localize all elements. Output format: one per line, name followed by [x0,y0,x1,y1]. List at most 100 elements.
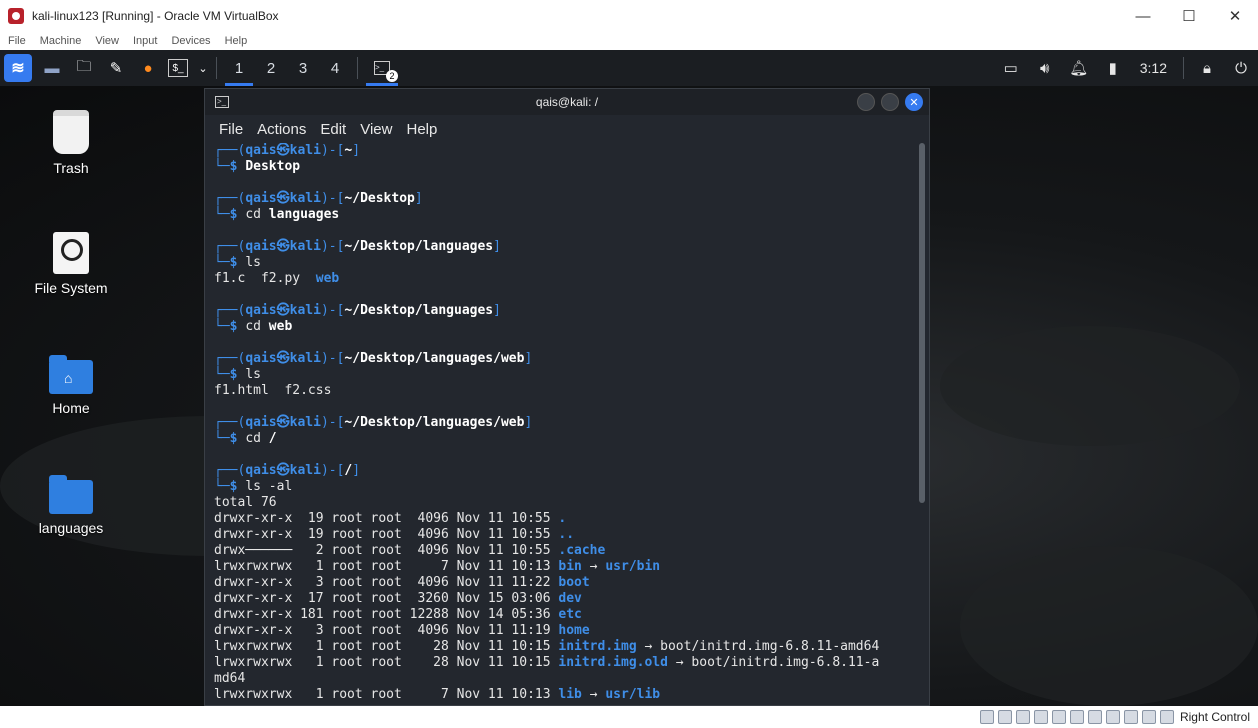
prompt-frame: └─ [214,479,230,494]
host-menu-machine[interactable]: Machine [40,35,82,47]
terminal-launcher-icon[interactable]: $_ [168,59,188,77]
network-icon[interactable] [1033,710,1048,724]
taskbar-terminal[interactable]: >_ 2 [364,50,400,86]
kali-menu-icon[interactable]: ≋ [4,54,32,82]
output-text: lrwxrwxrwx 1 root root 28 Nov 11 10:15 [214,655,559,670]
folder-icon [49,475,93,514]
terminal-menu-view[interactable]: View [360,121,392,138]
prompt-line: ┌──(qais㉿kali)-[~/Desktop/languages] [214,239,915,255]
command-text: ls -al [245,479,293,494]
workspace-1[interactable]: 1 [223,50,255,86]
notification-bell-icon[interactable]: 🔔︎ [1062,59,1096,77]
output-entry-name: . [558,511,567,526]
prompt-user: qais㉿kali [245,415,321,430]
show-desktop-icon[interactable]: ▬ [40,56,64,80]
prompt-line: ┌──(qais㉿kali)-[~] [214,143,915,159]
workspace-4[interactable]: 4 [319,50,351,86]
output-entry-name: boot [558,575,590,590]
command-line: └─$ ls -al [214,479,915,495]
close-button[interactable]: ✕ [1212,0,1258,32]
command-line: └─$ ls [214,255,915,271]
terminal-menu-edit[interactable]: Edit [320,121,346,138]
battery-icon[interactable]: ▮ [1096,59,1130,77]
terminal-maximize-button[interactable] [881,93,899,111]
display-icon[interactable]: ▭ [994,59,1028,77]
desktop-icon-languages[interactable]: languages [6,475,136,536]
minimize-button[interactable]: — [1120,0,1166,32]
prompt-frame: ] [352,463,361,478]
host-menu-input[interactable]: Input [133,35,157,47]
host-menu-file[interactable]: File [8,35,26,47]
command-argument: web [268,319,293,334]
optical-drive-icon[interactable] [997,710,1012,724]
output-line: f1.html f2.css [214,383,915,399]
terminal-minimize-button[interactable] [857,93,875,111]
prompt-frame: )-[ [320,463,345,478]
output-entry-name: bin [558,559,582,574]
terminal-window[interactable]: >_ qais@kali: / ✕ File Actions Edit View… [204,88,930,706]
mouse-integration-icon[interactable] [1141,710,1156,724]
video-capture-icon[interactable] [1105,710,1120,724]
output-line: lrwxrwxrwx 1 root root 28 Nov 11 10:15 i… [214,655,915,671]
display-status-icon[interactable] [1087,710,1102,724]
prompt-line: ┌──(qais㉿kali)-[~/Desktop/languages/web] [214,351,915,367]
host-menu-devices[interactable]: Devices [171,35,210,47]
desktop-icon-label: languages [38,520,104,536]
terminal-titlebar[interactable]: >_ qais@kali: / ✕ [205,89,929,115]
command-text: ls [245,255,261,270]
terminal-close-button[interactable]: ✕ [905,93,923,111]
prompt-dollar: $ [229,159,246,174]
lock-icon[interactable]: 🔒︎ [1190,60,1224,77]
terminal-output[interactable]: ┌──(qais㉿kali)-[~] └─$ Desktop ┌──(qais㉿ka… [205,143,915,705]
terminal-scrollbar[interactable] [919,143,925,503]
virtualbox-icon [8,8,24,24]
firefox-icon[interactable]: ● [136,56,160,80]
terminal-menu-help[interactable]: Help [406,121,437,138]
usb-icon[interactable] [1051,710,1066,724]
prompt-frame: ┌──( [214,463,246,478]
command-text: ls [245,367,261,382]
output-text: drwxr-xr-x 3 root root 4096 Nov 11 11:22 [214,575,559,590]
maximize-button[interactable]: ☐ [1166,0,1212,32]
workspace-2[interactable]: 2 [255,50,287,86]
volume-icon[interactable]: 🔊︎ [1028,60,1062,77]
host-menu-help[interactable]: Help [225,35,248,47]
cpu-icon[interactable] [1123,710,1138,724]
terminal-title: qais@kali: / [535,95,599,109]
desktop-icon-trash[interactable]: Trash [6,110,136,176]
output-line: drwxr-xr-x 3 root root 4096 Nov 11 11:22… [214,575,915,591]
text-editor-icon[interactable]: ✎ [104,56,128,80]
output-text: f1.c f2.py [214,271,316,286]
desktop-icon-home[interactable]: ⌂ Home [6,355,136,416]
output-text: md64 [214,671,246,686]
prompt-frame: ┌──( [214,415,246,430]
chevron-down-icon[interactable]: ⌄ [196,56,210,80]
panel-clock[interactable]: 3:12 [1140,60,1167,76]
output-entry-name: etc [558,607,582,622]
prompt-dollar: $ [229,367,246,382]
desktop-icon-label: File System [34,280,108,296]
terminal-menu-actions[interactable]: Actions [257,121,306,138]
prompt-frame: ] [414,191,423,206]
workspace-3[interactable]: 3 [287,50,319,86]
output-line: drwx────── 2 root root 4096 Nov 11 10:55… [214,543,915,559]
hard-disk-icon[interactable] [979,710,994,724]
file-manager-icon[interactable]: 🗀 [72,56,96,80]
host-menu-view[interactable]: View [95,35,119,47]
output-link-target: → [581,559,606,574]
output-entry-name: dev [558,591,582,606]
terminal-menu-file[interactable]: File [219,121,243,138]
shared-folders-icon[interactable] [1069,710,1084,724]
power-icon[interactable]: ⏻ [1224,60,1258,77]
audio-icon[interactable] [1015,710,1030,724]
host-window-title: kali-linux123 [Running] - Oracle VM Virt… [32,9,279,23]
command-line: └─$ cd / [214,431,915,447]
keyboard-capture-icon[interactable] [1159,710,1174,724]
output-link-target-dir: usr/bin [605,559,661,574]
prompt-frame: )-[ [320,415,345,430]
output-text: f1.html f2.css [214,383,332,398]
desktop-icon-file-system[interactable]: File System [6,232,136,296]
